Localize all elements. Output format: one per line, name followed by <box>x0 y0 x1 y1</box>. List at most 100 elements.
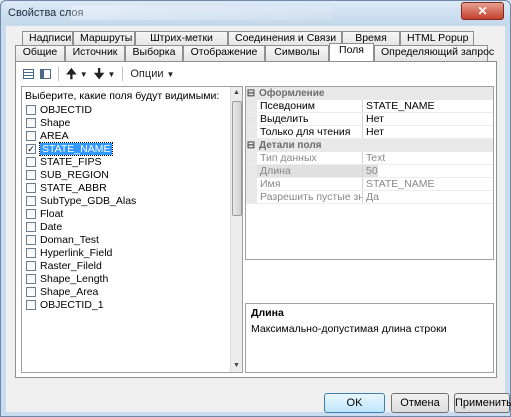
scroll-up-icon[interactable]: ▲ <box>231 87 242 99</box>
tab-fields[interactable]: Поля <box>329 43 374 61</box>
chevron-down-icon: ▼ <box>79 69 88 79</box>
field-checkbox[interactable] <box>26 221 36 232</box>
property-grid[interactable]: ⊟ Оформление Псевдоним STATE_NAME Выделить Н… <box>245 86 494 260</box>
cancel-button[interactable]: Отмена <box>391 393 449 413</box>
options-label: Опции <box>130 68 164 80</box>
category-field-details[interactable]: ⊟ Детали поля <box>246 139 493 152</box>
field-checkbox[interactable] <box>26 182 36 193</box>
tab-symbology[interactable]: Символы <box>265 45 329 61</box>
property-row[interactable]: Только для чтения Нет <box>246 126 493 139</box>
field-checkbox[interactable] <box>26 273 36 284</box>
options-menu-button[interactable]: Опции ▼ <box>128 66 176 82</box>
property-row[interactable]: Тип данных Text <box>246 152 493 165</box>
field-checkbox[interactable] <box>26 169 36 180</box>
field-name: SubType_GDB_Alas <box>40 194 137 207</box>
tab-source[interactable]: Источник <box>65 45 125 61</box>
tab-html-popup[interactable]: HTML Popup <box>400 31 474 46</box>
field-name: OBJECTID_1 <box>40 298 104 311</box>
scroll-thumb[interactable] <box>232 101 242 216</box>
property-row[interactable]: Псевдоним STATE_NAME <box>246 100 493 113</box>
apply-button[interactable]: Применить <box>454 393 511 413</box>
list-view-icon <box>40 69 51 79</box>
field-item[interactable]: Shape_Length <box>24 272 231 285</box>
field-checkbox[interactable] <box>26 156 36 167</box>
collapse-icon[interactable]: ⊟ <box>246 140 256 151</box>
field-checkbox[interactable] <box>26 130 36 141</box>
field-item[interactable]: Date <box>24 220 231 233</box>
field-checkbox[interactable] <box>26 260 36 271</box>
field-item[interactable]: Shape_Area <box>24 285 231 298</box>
toolbar-separator <box>122 67 124 81</box>
property-value[interactable]: STATE_NAME <box>363 100 434 112</box>
title-bar[interactable]: Свойства слоя ✕ <box>1 1 510 25</box>
property-row[interactable]: Разрешить пустые значеДа <box>246 191 493 204</box>
tab-selection[interactable]: Выборка <box>125 45 183 61</box>
property-value[interactable]: Нет <box>363 113 384 125</box>
field-checkbox[interactable]: ✓ <box>26 143 36 154</box>
field-item[interactable]: AREA <box>24 129 231 142</box>
property-value[interactable]: Да <box>363 191 379 203</box>
description-text: Максимально-допустимая длина строки <box>251 323 447 335</box>
field-checkbox[interactable] <box>26 234 36 245</box>
field-item[interactable]: Hyperlink_Field <box>24 246 231 259</box>
tab-joins-relates[interactable]: Соединения и Связи <box>228 31 342 46</box>
arrow-up-icon: 🠉 <box>66 66 77 81</box>
field-item[interactable]: Doman_Test <box>24 233 231 246</box>
category-appearance[interactable]: ⊟ Оформление <box>246 87 493 100</box>
property-value[interactable]: 50 <box>363 165 378 177</box>
property-key: Длина <box>257 165 363 177</box>
tab-row-1: Надписи Маршруты Штрих-метки Соединения … <box>22 31 474 46</box>
chevron-down-icon: ▼ <box>107 69 116 79</box>
property-value[interactable]: STATE_NAME <box>363 178 434 190</box>
collapse-icon[interactable]: ⊟ <box>246 88 256 99</box>
field-checkbox[interactable] <box>26 247 36 258</box>
field-name: Shape_Length <box>40 272 109 285</box>
dialog-client: Надписи Маршруты Штрих-метки Соединения … <box>6 26 511 413</box>
property-value[interactable]: Нет <box>363 126 384 138</box>
tab-general[interactable]: Общие <box>15 45 65 61</box>
table-view-button[interactable] <box>21 66 36 82</box>
field-checkbox[interactable] <box>26 286 36 297</box>
field-item[interactable]: STATE_ABBR <box>24 181 231 194</box>
row-gutter <box>246 100 257 112</box>
field-name: Date <box>40 220 63 233</box>
field-item[interactable]: Raster_Fileld <box>24 259 231 272</box>
field-item[interactable]: Float <box>24 207 231 220</box>
vertical-scrollbar[interactable]: ▲ ▼ <box>230 87 242 372</box>
field-item[interactable]: STATE_FIPS <box>24 155 231 168</box>
property-row[interactable]: Длина 50 <box>246 165 493 178</box>
field-item[interactable]: SubType_GDB_Alas <box>24 194 231 207</box>
field-checkbox[interactable] <box>26 195 36 206</box>
field-checkbox[interactable] <box>26 208 36 219</box>
field-item[interactable]: SUB_REGION <box>24 168 231 181</box>
appearance-rows: Псевдоним STATE_NAME Выделить Нет Только для… <box>246 100 493 139</box>
scroll-down-icon[interactable]: ▼ <box>231 360 242 372</box>
list-view-button[interactable] <box>38 66 53 82</box>
property-key: Только для чтения <box>257 126 363 138</box>
field-item[interactable]: OBJECTID <box>24 103 231 116</box>
tab-hatches[interactable]: Штрих-метки <box>135 31 228 46</box>
move-up-button[interactable]: 🠉 ▼ <box>64 66 90 82</box>
field-name: STATE_NAME <box>38 141 114 156</box>
close-button[interactable]: ✕ <box>461 2 504 20</box>
field-item[interactable]: ✓ STATE_NAME <box>24 141 231 156</box>
tab-routes[interactable]: Маршруты <box>73 31 135 46</box>
visible-fields-list[interactable]: Выберите, какие поля будут видимыми: OBJ… <box>21 86 243 373</box>
tab-display[interactable]: Отображение <box>183 45 265 61</box>
tab-row-2: Общие Источник Выборка Отображение Симво… <box>15 43 494 61</box>
field-checkbox[interactable] <box>26 117 36 128</box>
field-checkbox[interactable] <box>26 299 36 310</box>
tab-labels[interactable]: Надписи <box>22 31 73 46</box>
tab-definition-query[interactable]: Определяющий запрос <box>374 45 494 61</box>
property-value[interactable]: Text <box>363 152 385 164</box>
arrow-down-icon: 🠋 <box>93 66 105 81</box>
field-item[interactable]: Shape <box>24 116 231 129</box>
field-item[interactable]: OBJECTID_1 <box>24 298 231 311</box>
property-row[interactable]: Имя STATE_NAME <box>246 178 493 191</box>
move-down-button[interactable]: 🠋 ▼ <box>92 66 118 82</box>
row-gutter <box>246 126 257 138</box>
field-checkbox[interactable] <box>26 104 36 115</box>
row-gutter <box>246 178 257 190</box>
property-row[interactable]: Выделить Нет <box>246 113 493 126</box>
ok-button[interactable]: OK <box>324 393 385 413</box>
